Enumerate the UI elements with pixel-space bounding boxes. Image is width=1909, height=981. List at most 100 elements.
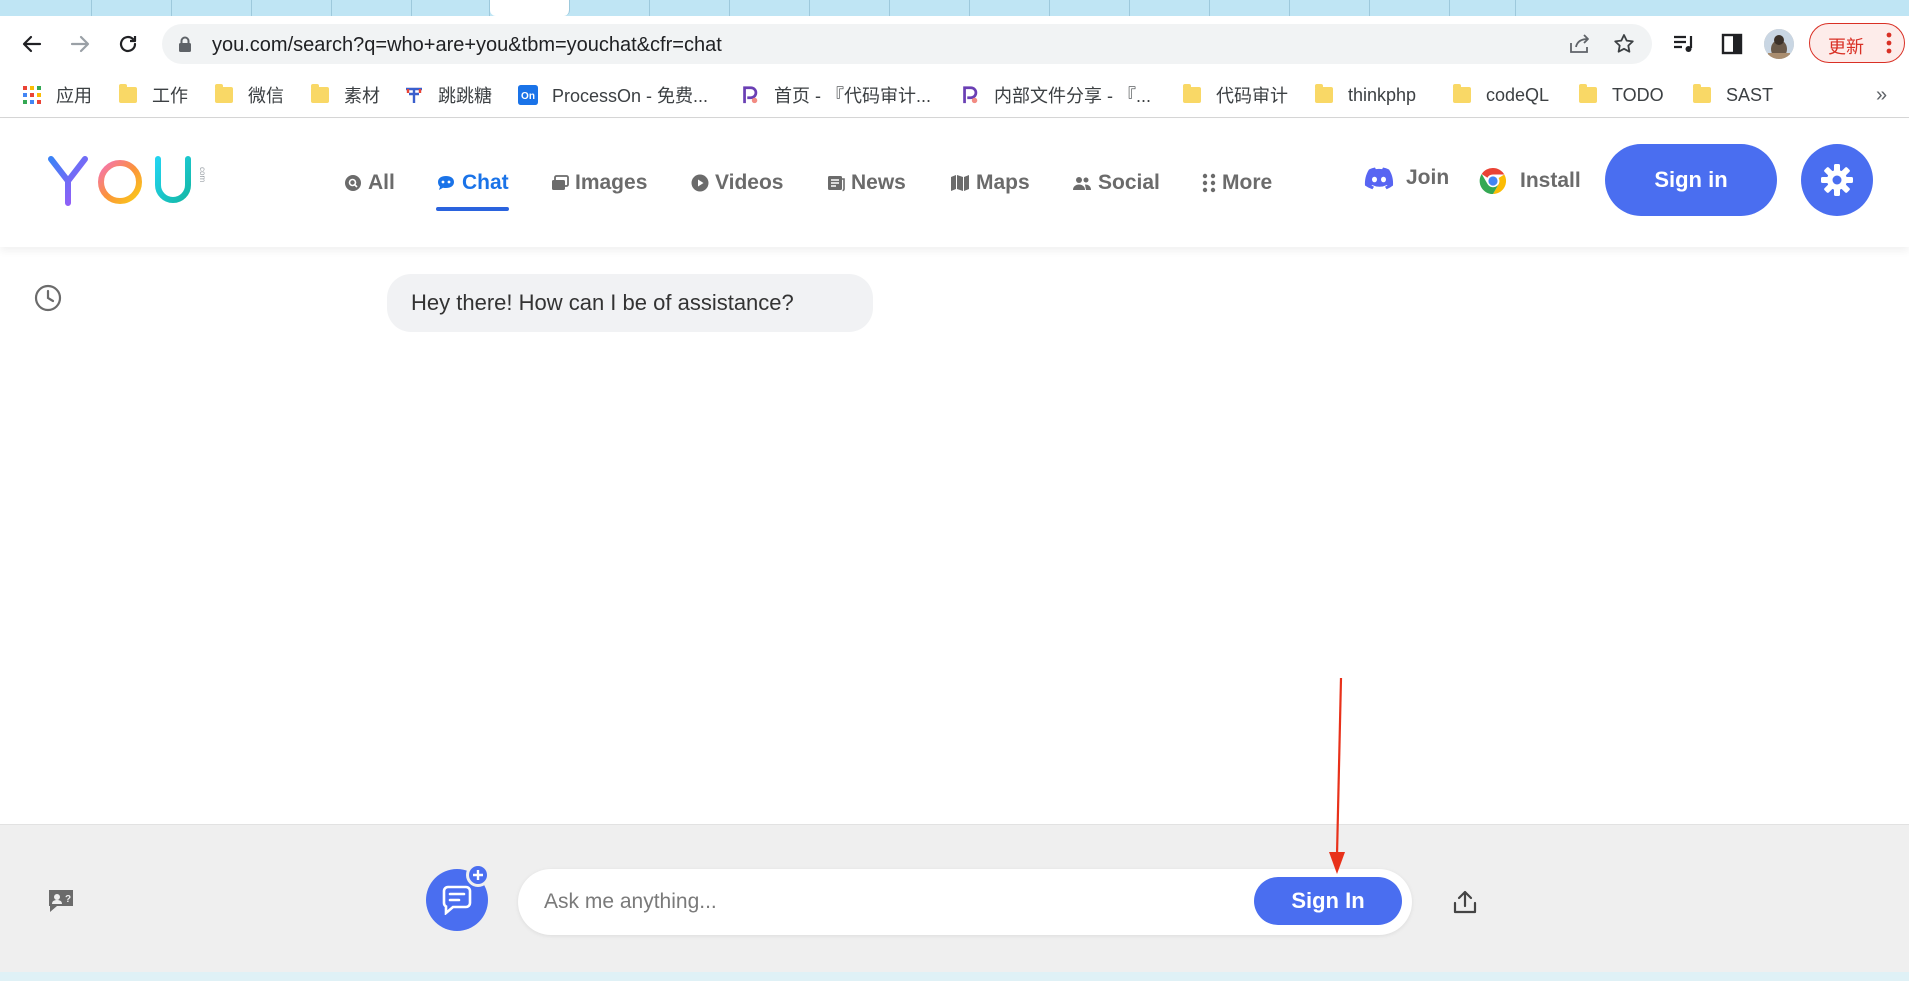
settings-button[interactable] xyxy=(1801,144,1873,216)
browser-tab[interactable] xyxy=(810,0,890,16)
browser-tab[interactable] xyxy=(1450,0,1516,16)
bookmark-folder-sast[interactable]: SAST xyxy=(1692,80,1773,110)
update-label: 更新 xyxy=(1828,37,1864,57)
tab-maps[interactable]: Maps xyxy=(950,167,1030,199)
arrow-left-icon xyxy=(22,35,42,53)
tab-videos[interactable]: Videos xyxy=(691,167,783,199)
bookmark-tiaotiaotang[interactable]: 跳跳糖 xyxy=(404,80,492,110)
folder-icon xyxy=(1692,84,1712,105)
share-upload-icon[interactable] xyxy=(1452,889,1478,915)
bookmark-folder-work[interactable]: 工作 xyxy=(118,80,188,110)
site-header: com All Chat Images Videos News Maps Soc… xyxy=(0,119,1909,247)
news-icon xyxy=(827,174,845,192)
bookmark-label: codeQL xyxy=(1486,84,1550,105)
tab-images[interactable]: Images xyxy=(551,167,647,199)
bookmark-internal-share[interactable]: 内部文件分享 - 『... xyxy=(960,80,1151,110)
bookmarks-overflow-button[interactable]: » xyxy=(1876,84,1887,107)
browser-tab[interactable] xyxy=(730,0,810,16)
browser-update-button[interactable]: 更新 xyxy=(1809,23,1905,63)
tab-label: Images xyxy=(575,171,648,194)
tab-chat[interactable]: Chat xyxy=(436,167,509,211)
bookmark-folder-wechat[interactable]: 微信 xyxy=(214,80,284,110)
browser-tab[interactable] xyxy=(1050,0,1130,16)
bookmark-label: 应用 xyxy=(56,86,92,106)
folder-icon xyxy=(1182,84,1202,105)
browser-tab-strip xyxy=(0,0,1909,16)
bookmark-folder-todo[interactable]: TODO xyxy=(1578,80,1664,110)
bookmark-processon[interactable]: On ProcessOn - 免费... xyxy=(518,80,708,110)
bookmark-apps[interactable]: 应用 xyxy=(22,80,92,110)
sign-in-button[interactable]: Sign in xyxy=(1605,144,1777,216)
browser-tab[interactable] xyxy=(970,0,1050,16)
side-panel-icon xyxy=(1721,33,1743,55)
active-tab-indicator xyxy=(436,207,509,211)
folder-icon xyxy=(118,84,138,105)
share-page-icon[interactable] xyxy=(1568,33,1592,55)
tab-label: Social xyxy=(1098,171,1160,194)
browser-tab[interactable] xyxy=(650,0,730,16)
browser-tab[interactable] xyxy=(890,0,970,16)
browser-tab[interactable] xyxy=(332,0,412,16)
people-icon xyxy=(1072,175,1092,191)
reload-button[interactable] xyxy=(110,26,146,62)
p-logo-icon xyxy=(960,85,980,105)
taskbar-edge xyxy=(0,972,1909,981)
folder-icon xyxy=(1452,84,1472,105)
tab-all[interactable]: All xyxy=(344,167,395,199)
apps-grid-icon xyxy=(22,85,42,105)
browser-tab[interactable] xyxy=(0,0,92,16)
lock-icon xyxy=(179,36,191,52)
back-button[interactable] xyxy=(14,26,50,62)
address-bar[interactable]: you.com/search?q=who+are+you&tbm=youchat… xyxy=(162,24,1652,64)
browser-tab[interactable] xyxy=(570,0,650,16)
bookmark-folder-codeql[interactable]: codeQL xyxy=(1452,80,1549,110)
bookmark-star-icon[interactable] xyxy=(1612,32,1636,56)
bookmark-folder-assets[interactable]: 素材 xyxy=(310,80,380,110)
browser-tab[interactable] xyxy=(1370,0,1450,16)
browser-tab[interactable] xyxy=(1210,0,1290,16)
bookmark-folder-thinkphp[interactable]: thinkphp xyxy=(1314,80,1416,110)
install-extension-link[interactable]: Install xyxy=(1478,166,1581,196)
chat-sign-in-button[interactable]: Sign In xyxy=(1254,877,1402,925)
history-clock-icon[interactable] xyxy=(34,284,62,312)
tab-social[interactable]: Social xyxy=(1072,167,1160,199)
bookmark-folder-code-audit[interactable]: 代码审计 xyxy=(1182,80,1288,110)
reload-icon xyxy=(119,35,137,53)
chat-input[interactable] xyxy=(544,883,1224,921)
map-icon xyxy=(950,174,970,192)
browser-tab-active[interactable] xyxy=(490,0,570,16)
tab-label: Videos xyxy=(715,171,784,194)
browser-tab[interactable] xyxy=(172,0,252,16)
menu-dots-icon xyxy=(1886,32,1892,54)
new-chat-button[interactable] xyxy=(426,863,490,931)
tab-label: More xyxy=(1222,171,1273,194)
images-icon xyxy=(551,175,569,191)
bookmark-label: 跳跳糖 xyxy=(438,86,492,106)
browser-tab[interactable] xyxy=(92,0,172,16)
tab-news[interactable]: News xyxy=(827,167,906,199)
you-logo[interactable]: com xyxy=(48,155,208,207)
profile-avatar[interactable] xyxy=(1764,29,1794,59)
tab-more[interactable]: More xyxy=(1202,167,1272,199)
bookmark-label: 代码审计 xyxy=(1216,86,1288,106)
folder-icon xyxy=(1314,84,1334,105)
folder-icon xyxy=(310,84,330,105)
feedback-icon[interactable]: ? xyxy=(46,887,76,915)
processon-icon: On xyxy=(518,85,538,105)
bookmark-label: ProcessOn - 免费... xyxy=(552,86,709,106)
bookmark-code-audit-home[interactable]: 首页 - 『代码审计... xyxy=(740,80,931,110)
playlist-icon xyxy=(1674,35,1693,52)
browser-tab[interactable] xyxy=(1130,0,1210,16)
join-discord-link[interactable]: Join xyxy=(1364,166,1449,190)
browser-tab[interactable] xyxy=(412,0,490,16)
bookmark-label: thinkphp xyxy=(1348,84,1417,105)
browser-tab[interactable] xyxy=(1290,0,1370,16)
arrow-right-icon xyxy=(70,35,90,53)
media-control-button[interactable] xyxy=(1668,28,1700,60)
avatar-icon xyxy=(1764,29,1794,59)
forward-button[interactable] xyxy=(62,26,98,62)
address-url: you.com/search?q=who+are+you&tbm=youchat… xyxy=(212,34,722,56)
side-panel-button[interactable] xyxy=(1716,28,1748,60)
browser-tab[interactable] xyxy=(252,0,332,16)
bookmark-label: SAST xyxy=(1726,84,1774,105)
